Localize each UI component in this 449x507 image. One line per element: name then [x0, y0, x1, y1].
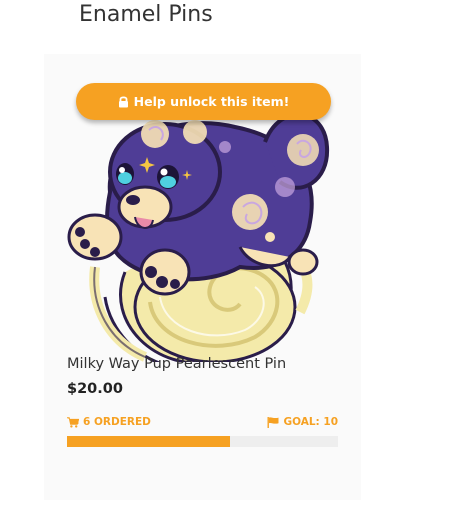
product-price: $20.00	[67, 381, 123, 397]
section-title: Enamel Pins	[79, 2, 213, 27]
progress-meta: 6 ORDERED GOAL: 10	[67, 416, 338, 430]
goal-label: GOAL: 10	[283, 416, 338, 428]
lock-icon	[118, 96, 128, 108]
product-name[interactable]: Milky Way Pup Pearlescent Pin	[67, 356, 286, 372]
help-unlock-button[interactable]: Help unlock this item!	[76, 83, 331, 120]
flag-icon	[267, 416, 279, 428]
ordered-label: 6 ORDERED	[83, 416, 151, 428]
help-unlock-label: Help unlock this item!	[133, 94, 290, 109]
goal-count: GOAL: 10	[267, 416, 338, 428]
product-card: Help unlock this item! Milky Way Pup Pea…	[44, 54, 361, 500]
cart-icon	[67, 416, 79, 428]
ordered-count: 6 ORDERED	[67, 416, 151, 428]
funding-progress-bar	[67, 436, 338, 447]
funding-progress-fill	[67, 436, 230, 447]
